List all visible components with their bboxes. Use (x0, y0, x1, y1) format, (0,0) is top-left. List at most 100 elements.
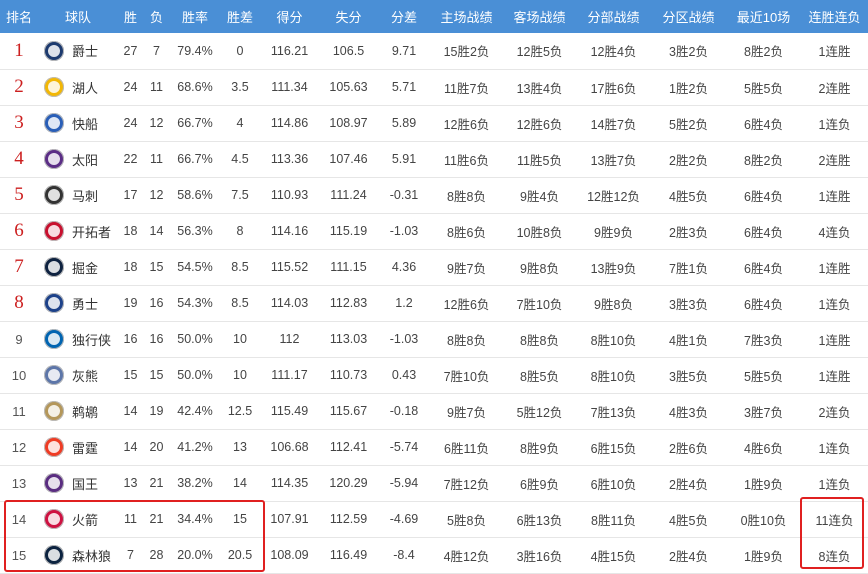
team-link[interactable]: 太阳 (38, 149, 118, 169)
team-link[interactable]: 开拓者 (38, 221, 118, 241)
team-link[interactable]: 雷霆 (38, 437, 118, 457)
team-cell[interactable]: 雷霆 (38, 429, 118, 465)
wins-cell: 15 (123, 368, 138, 382)
points-against-cell: 112.59 (329, 512, 368, 526)
team-link[interactable]: 国王 (38, 473, 118, 493)
team-cell[interactable]: 火箭 (38, 501, 118, 537)
team-link[interactable]: 快船 (38, 113, 118, 133)
table-row: 6 开拓者 18 14 56.3% 8 114.16 115.19 -1.03 8胜6负 10胜8负… (0, 213, 868, 249)
team-logo-icon (44, 365, 64, 385)
last-10-cell: 1胜9负 (744, 549, 783, 564)
team-logo-core (48, 477, 60, 489)
rank-cell: 8 (14, 292, 24, 313)
games-behind-cell: 0 (236, 43, 244, 58)
points-against-cell: 116.49 (329, 548, 368, 562)
last-10-cell: 7胜3负 (744, 333, 783, 348)
team-cell[interactable]: 湖人 (38, 69, 118, 105)
win-pct-cell: 54.3% (177, 296, 213, 310)
streak-cell: 1连胜 (818, 261, 851, 276)
points-against-cell: 106.5 (332, 43, 365, 58)
conference-record-cell: 5胜2负 (669, 117, 708, 132)
team-cell[interactable]: 掘金 (38, 249, 118, 285)
rank-cell: 10 (11, 367, 27, 383)
win-pct-cell: 50.0% (177, 368, 213, 382)
team-logo-core (48, 189, 60, 201)
column-header: 负 (149, 10, 163, 25)
team-cell[interactable]: 勇士 (38, 285, 118, 321)
team-logo-icon (44, 509, 64, 529)
points-for-cell: 115.49 (270, 404, 309, 418)
losses-cell: 21 (149, 512, 164, 526)
team-name: 国王 (72, 476, 99, 492)
wins-cell: 17 (123, 188, 138, 202)
wins-cell: 24 (123, 116, 138, 130)
team-logo-icon (44, 221, 64, 241)
team-logo-core (48, 369, 60, 381)
team-link[interactable]: 掘金 (38, 257, 118, 277)
points-for-cell: 111.34 (271, 80, 308, 94)
points-for-cell: 112 (279, 332, 300, 346)
team-cell[interactable]: 独行侠 (38, 321, 118, 357)
team-cell[interactable]: 太阳 (38, 141, 118, 177)
away-record-cell: 10胜8负 (516, 225, 563, 240)
team-logo-core (48, 44, 60, 57)
team-name: 独行侠 (72, 332, 112, 348)
streak-cell: 8连负 (818, 549, 851, 564)
rank-cell: 7 (14, 256, 24, 277)
division-record-cell: 8胜11负 (591, 513, 636, 528)
win-pct-cell: 34.4% (177, 512, 213, 526)
wins-cell: 14 (123, 440, 138, 454)
away-record-cell: 8胜5负 (520, 369, 559, 384)
team-link[interactable]: 森林狼 (38, 545, 118, 565)
last-10-cell: 8胜2负 (744, 153, 783, 168)
team-logo-core (48, 441, 60, 453)
column-header: 胜 (123, 10, 137, 25)
rank-cell: 2 (14, 76, 24, 97)
team-cell[interactable]: 马刺 (38, 177, 118, 213)
streak-cell: 2连胜 (818, 153, 851, 168)
losses-cell: 16 (149, 296, 164, 310)
team-cell[interactable]: 灰熊 (38, 357, 118, 393)
team-link[interactable]: 独行侠 (38, 329, 118, 349)
conference-record-cell: 7胜1负 (669, 261, 708, 276)
team-link[interactable]: 湖人 (38, 77, 118, 97)
home-record-cell: 7胜10负 (443, 369, 490, 384)
division-record-cell: 8胜10负 (590, 333, 637, 348)
team-cell[interactable]: 鹈鹕 (38, 393, 118, 429)
streak-cell: 1连胜 (818, 333, 851, 348)
streak-cell: 1连负 (818, 117, 851, 132)
away-record-cell: 5胜12负 (516, 405, 563, 420)
table-row: 7 掘金 18 15 54.5% 8.5 115.52 111.15 4.36 9胜7负 9胜8负 1… (0, 249, 868, 285)
team-link[interactable]: 灰熊 (38, 365, 118, 385)
team-cell[interactable]: 国王 (38, 465, 118, 501)
table-row: 13 国王 13 21 38.2% 14 114.35 120.29 -5.94 7胜12负 6胜9… (0, 465, 868, 501)
team-logo-core (48, 153, 60, 165)
point-diff-cell: 0.43 (391, 368, 417, 382)
team-link[interactable]: 爵士 (38, 40, 118, 61)
wins-cell: 11 (124, 512, 137, 526)
games-behind-cell: 20.5 (227, 548, 253, 562)
division-record-cell: 6胜15负 (590, 441, 637, 456)
team-cell[interactable]: 爵士 (38, 33, 118, 69)
team-link[interactable]: 火箭 (38, 509, 118, 529)
team-logo-icon (44, 473, 64, 493)
losses-cell: 12 (149, 188, 164, 202)
away-record-cell: 12胜5负 (516, 45, 563, 60)
team-cell[interactable]: 开拓者 (38, 213, 118, 249)
team-link[interactable]: 鹈鹕 (38, 401, 118, 421)
team-logo-icon (44, 40, 64, 61)
team-logo-core (48, 405, 60, 417)
point-diff-cell: 1.2 (395, 296, 413, 310)
team-cell[interactable]: 森林狼 (38, 537, 118, 573)
points-for-cell: 116.21 (270, 43, 309, 58)
losses-cell: 19 (149, 404, 164, 418)
rank-cell: 9 (15, 331, 23, 347)
home-record-cell: 9胜7负 (447, 261, 486, 276)
column-header: 胜率 (181, 10, 208, 25)
team-link[interactable]: 勇士 (38, 293, 118, 313)
home-record-cell: 5胜8负 (447, 513, 486, 528)
team-link[interactable]: 马刺 (38, 185, 118, 205)
team-name: 鹈鹕 (72, 404, 99, 420)
team-cell[interactable]: 快船 (38, 105, 118, 141)
games-behind-cell: 4 (236, 116, 244, 130)
